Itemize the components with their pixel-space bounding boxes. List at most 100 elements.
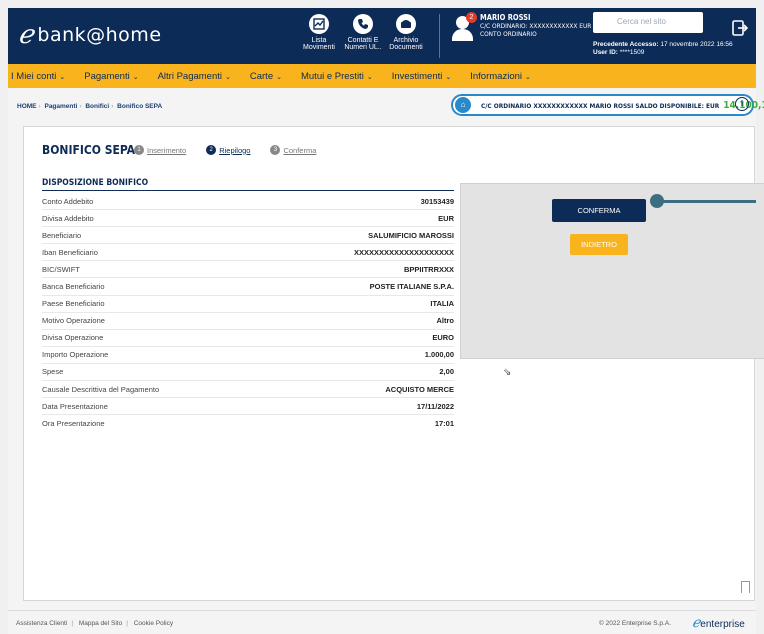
top-header: ℯ bank@home Lista Movimenti Contatti E N… (8, 8, 756, 64)
main-nav: I Miei conti ⌄ Pagamenti ⌄ Altri Pagamenti… (8, 64, 756, 88)
transfer-summary-card: BONIFICO SEPA 1 Inserimento 2 Riepilogo 3C… (23, 126, 764, 601)
step-label: Inserimento (147, 145, 187, 155)
breadcrumb-current: Bonifico SEPA (117, 103, 163, 110)
contatti-label: Contatti E Numeri UL.. (344, 37, 382, 51)
step-number: 2 (206, 145, 217, 155)
archivio-documenti-label: Archivio Documenti (389, 37, 423, 51)
user-info[interactable]: MARIO ROSSI C/C ORDINARIO: XXXXXXXXXXXX … (480, 13, 592, 39)
detail-key: Banca Beneficiario (42, 282, 105, 292)
last-access-info: Precedente Accesso: 17 novembre 2022 16:… (593, 41, 733, 57)
nav-label: Pagamenti (84, 70, 130, 82)
logout-icon[interactable] (732, 20, 749, 36)
confirm-button[interactable]: CONFERMA (552, 199, 646, 222)
nav-label: Carte (249, 70, 274, 82)
detail-value: BPPIITRRXXX (403, 264, 454, 274)
detail-value: Altro (436, 316, 455, 326)
account-summary-bar[interactable]: ⌂ C/C ORDINARIO XXXXXXXXXXXX MARIO ROSSI… (451, 94, 764, 116)
detail-value: XXXXXXXXXXXXXXXXXXXX (353, 247, 454, 257)
nav-altri-pagamenti[interactable]: Altri Pagamenti ⌄ (158, 71, 231, 82)
detail-value: EUR (438, 213, 454, 223)
detail-value: SALUMIFICIO MAROSSI (368, 230, 454, 240)
notification-badge[interactable]: 2 (466, 12, 477, 23)
home-icon[interactable]: ⌂ (455, 97, 471, 113)
nav-mutui-prestiti[interactable]: Mutui e Prestiti ⌄ (301, 71, 373, 82)
user-id-label: User ID: (593, 49, 618, 56)
user-name: MARIO ROSSI (480, 13, 531, 22)
page-title: BONIFICO SEPA (42, 143, 136, 157)
bookmark-icon[interactable] (741, 581, 750, 593)
chevron-down-icon: ⌄ (276, 73, 282, 81)
mouse-cursor-icon: ⇘ (503, 367, 512, 378)
step-riepilogo[interactable]: 2 Riepilogo (206, 145, 250, 155)
breadcrumb-home[interactable]: HOME (17, 103, 37, 110)
nav-miei-conti[interactable]: I Miei conti ⌄ (11, 71, 65, 82)
detail-row: Ora Presentazione 17:01 (42, 415, 454, 432)
step-label: Conferma (283, 145, 317, 155)
nav-label: Investimenti (391, 70, 443, 82)
section-divider (42, 190, 454, 191)
contatti-button[interactable]: Contatti E Numeri UL.. (341, 14, 385, 51)
user-account-type: CONTO ORDINARIO (480, 30, 537, 38)
detail-value: 1.000,00 (424, 350, 454, 360)
detail-value: ITALIA (430, 299, 454, 309)
nav-label: Mutui e Prestiti (300, 70, 364, 82)
footer-link-cookie[interactable]: Cookie Policy (134, 620, 173, 627)
chevron-down-icon: ⌄ (445, 73, 452, 81)
detail-row: Spese 2,00 (42, 364, 454, 382)
info-icon[interactable]: i (735, 97, 749, 111)
detail-value: POSTE ITALIANE S.P.A. (369, 282, 454, 292)
account-summary-label: C/C ORDINARIO XXXXXXXXXXXX MARIO ROSSI S… (481, 102, 720, 110)
enterprise-logo[interactable]: ℯenterprise (692, 615, 745, 631)
step-label: Riepilogo (219, 145, 251, 155)
chevron-down-icon: ⌄ (59, 73, 66, 81)
last-access-value: 17 novembre 2022 16:56 (660, 41, 733, 48)
detail-key: Motivo Operazione (42, 316, 105, 326)
archive-icon (396, 14, 416, 34)
archivio-documenti-button[interactable]: Archivio Documenti (384, 14, 428, 51)
phone-icon (353, 14, 373, 34)
detail-row: Causale Descrittiva del Pagamento ACQUIST… (42, 381, 454, 399)
page: ℯ bank@home Lista Movimenti Contatti E N… (8, 8, 764, 634)
footer: Assistenza Clienti | Mappa del Sito | Cook… (8, 610, 756, 634)
detail-row: BIC/SWIFT BPPIITRRXXX (42, 261, 454, 279)
breadcrumb-pagamenti[interactable]: Pagamenti (44, 103, 77, 110)
transfer-details-list: Conto Addebito 30153439 Divisa Addebito EU… (42, 193, 454, 432)
action-panel: CONFERMA INDIETRO (460, 183, 764, 359)
detail-row: Banca Beneficiario POSTE ITALIANE S.P.A. (42, 278, 454, 296)
lista-movimenti-button[interactable]: Lista Movimenti (297, 14, 341, 51)
back-button[interactable]: INDIETRO (570, 234, 628, 255)
nav-informazioni[interactable]: Informazioni ⌄ (470, 71, 531, 82)
user-account-line: C/C ORDINARIO: XXXXXXXXXXXX EUR (480, 22, 592, 30)
bank-logo[interactable]: ℯ bank@home (18, 20, 162, 50)
step-number: 1 (134, 145, 144, 155)
step-inserimento[interactable]: 1 Inserimento (134, 145, 186, 155)
stepper: 1 Inserimento 2 Riepilogo 3 Conferma (134, 145, 336, 155)
detail-key: Ora Presentazione (42, 419, 105, 429)
search-input[interactable]: Cerca nel sito (593, 12, 703, 33)
breadcrumb-bonifici[interactable]: Bonifici (85, 103, 109, 110)
nav-pagamenti[interactable]: Pagamenti ⌄ (84, 71, 138, 82)
user-id-value: ****1509 (619, 49, 645, 56)
step-conferma[interactable]: 3 Conferma (270, 145, 316, 155)
nav-carte[interactable]: Carte ⌄ (250, 71, 282, 82)
detail-key: Spese (42, 367, 64, 377)
step-number: 3 (270, 145, 281, 155)
nav-label: Informazioni (470, 70, 522, 82)
footer-link-mappa[interactable]: Mappa del Sito (79, 620, 122, 627)
footer-link-assistenza[interactable]: Assistenza Clienti (16, 620, 67, 627)
detail-row: Divisa Addebito EUR (42, 210, 454, 228)
user-avatar[interactable]: 2 (451, 12, 477, 42)
detail-value: 2,00 (439, 367, 454, 377)
detail-key: Divisa Addebito (42, 213, 94, 223)
detail-row: Beneficiario SALUMIFICIO MAROSSI (42, 227, 454, 245)
logo-swoosh-icon: ℯ (18, 20, 34, 50)
detail-key: Iban Beneficiario (42, 247, 98, 257)
detail-row: Motivo Operazione Altro (42, 313, 454, 330)
pointer-line (663, 200, 756, 203)
logo-text: bank@home (37, 24, 162, 46)
detail-key: Data Presentazione (42, 401, 108, 411)
detail-row: Data Presentazione 17/11/2022 (42, 398, 454, 416)
copyright: © 2022 Enterprise S.p.A. (599, 620, 671, 627)
nav-investimenti[interactable]: Investimenti ⌄ (392, 71, 452, 82)
detail-key: BIC/SWIFT (42, 264, 80, 274)
